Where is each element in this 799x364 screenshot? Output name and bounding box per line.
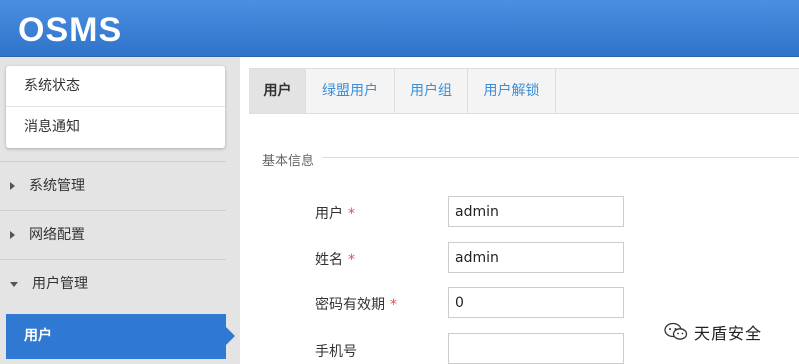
caret-right-icon — [10, 182, 15, 190]
section-divider — [262, 157, 799, 158]
fullname-field[interactable] — [448, 242, 624, 273]
section-title: 基本信息 — [262, 150, 323, 169]
password-validity-field[interactable] — [448, 287, 624, 318]
field-label-password-validity: 密码有效期 * — [315, 297, 397, 313]
quick-menu: 系统状态 消息通知 — [6, 66, 225, 148]
tab-user-groups[interactable]: 用户组 — [395, 69, 468, 113]
brand-logo: OSMS — [18, 11, 123, 49]
tab-user-unlock[interactable]: 用户解锁 — [468, 69, 556, 113]
quick-item-notifications[interactable]: 消息通知 — [6, 107, 225, 148]
field-label-fullname: 姓名 * — [315, 252, 355, 268]
required-mark: * — [390, 297, 397, 313]
phone-field[interactable] — [448, 333, 624, 364]
app-header: OSMS — [0, 0, 799, 57]
field-label-username: 用户 * — [315, 206, 355, 222]
watermark: 天盾安全 — [664, 320, 762, 344]
nav-item-users[interactable]: 用户 — [6, 314, 226, 359]
nav-group-user-management[interactable]: 用户管理 — [0, 259, 226, 308]
tab-bar: 用户 绿盟用户 用户组 用户解锁 — [249, 68, 799, 114]
main-content: 用户 绿盟用户 用户组 用户解锁 基本信息 用户* 姓名* 密码有效期* 手机号 — [240, 57, 799, 364]
nav-group-label: 网络配置 — [29, 227, 85, 243]
quick-item-system-status[interactable]: 系统状态 — [6, 66, 225, 107]
caret-right-icon — [10, 231, 15, 239]
sidebar: 系统状态 消息通知 系统管理 网络配置 用户管理 用户 — [0, 57, 240, 364]
nav-group-label: 系统管理 — [29, 178, 85, 194]
required-mark: * — [348, 252, 355, 268]
required-mark: * — [348, 206, 355, 222]
watermark-text: 天盾安全 — [694, 324, 763, 343]
nav-group-label: 用户管理 — [32, 276, 88, 292]
active-pointer-icon — [226, 327, 235, 345]
tab-users[interactable]: 用户 — [250, 69, 306, 113]
nav-group-network-config[interactable]: 网络配置 — [0, 210, 226, 259]
field-label-phone: 手机号 — [315, 344, 357, 360]
caret-down-icon — [10, 281, 18, 287]
wechat-icon — [664, 322, 688, 340]
tab-nsfocus-users[interactable]: 绿盟用户 — [306, 69, 395, 113]
nav-group-system-management[interactable]: 系统管理 — [0, 161, 226, 210]
username-field[interactable] — [448, 196, 624, 227]
